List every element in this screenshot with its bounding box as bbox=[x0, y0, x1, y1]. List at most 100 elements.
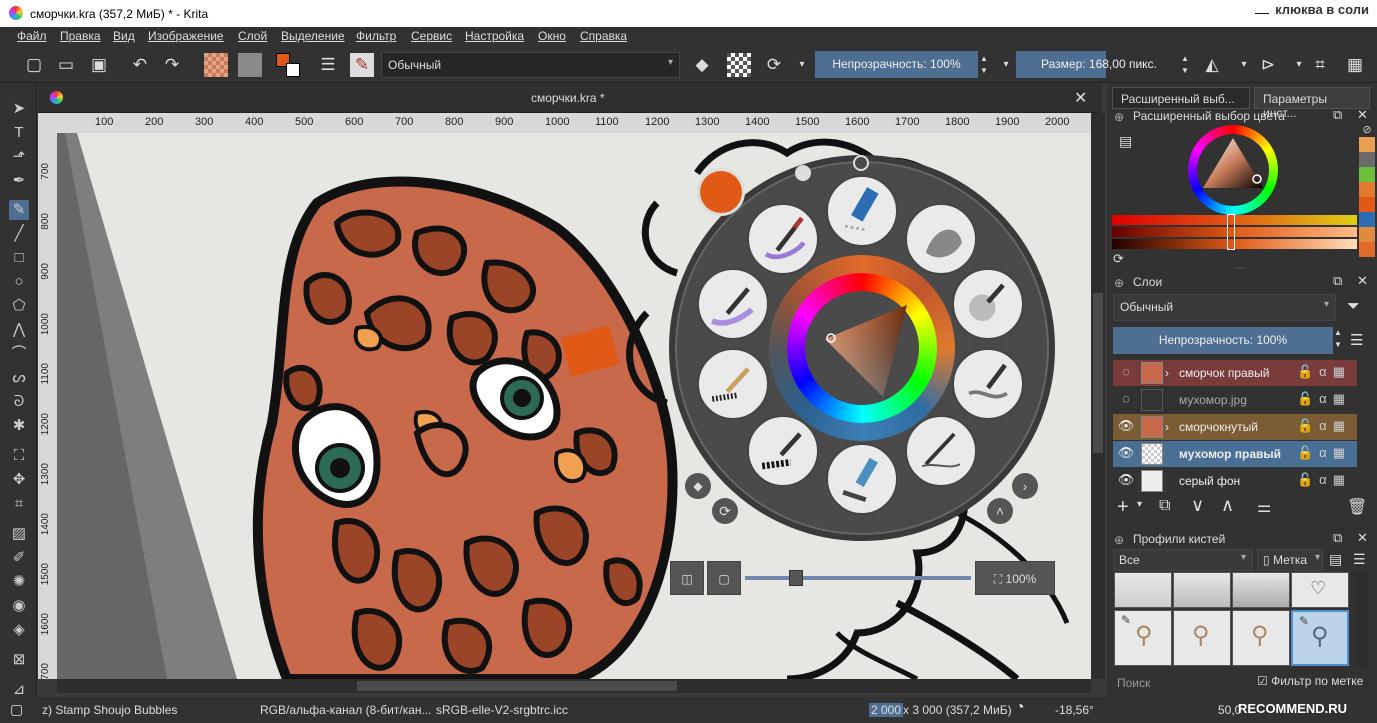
calligraphy-icon[interactable]: ✒ bbox=[9, 171, 29, 191]
layer-properties-icon[interactable]: ⚌ bbox=[1257, 497, 1271, 517]
opacity-slider[interactable]: Непрозрачность: 100% bbox=[815, 51, 978, 78]
text-tool-icon[interactable]: T bbox=[9, 123, 29, 143]
rotation-angle[interactable]: -18,56° bbox=[1055, 703, 1094, 717]
undo-icon[interactable]: ↶ bbox=[128, 53, 152, 77]
brush-slot-marker[interactable] bbox=[826, 175, 898, 247]
layer-row[interactable]: 👁 › сморчокнутый 🔓α▦ bbox=[1113, 414, 1357, 440]
opacity-spin-buttons[interactable]: ▲ ▼ bbox=[977, 53, 991, 77]
zoom-slider[interactable] bbox=[745, 576, 971, 580]
chevron-right-icon[interactable]: › bbox=[1012, 473, 1038, 499]
brush-preset-item[interactable]: ♡ bbox=[1291, 572, 1349, 608]
eye-icon[interactable]: 👁 bbox=[1117, 472, 1135, 490]
freehand-brush-icon[interactable]: ✎ bbox=[9, 200, 29, 220]
zoom-slider-handle[interactable] bbox=[789, 570, 803, 586]
layer-row[interactable]: ◌ › сморчок правый 🔓α▦ bbox=[1113, 360, 1357, 386]
minimize-button[interactable]: — bbox=[1255, 4, 1269, 20]
save-icon[interactable]: ▣ bbox=[87, 53, 111, 77]
brush-tag-select[interactable]: Все ▾ bbox=[1113, 549, 1253, 571]
hidden-eye-icon[interactable]: ◌ bbox=[1117, 391, 1135, 409]
close-icon[interactable]: ✕ bbox=[1357, 530, 1368, 546]
chevron-down-icon[interactable]: ▾ bbox=[790, 53, 814, 77]
float-docker-icon[interactable]: ⊕ bbox=[1114, 533, 1124, 547]
layer-name[interactable]: мухомор.jpg bbox=[1179, 393, 1247, 407]
bg-color[interactable] bbox=[286, 63, 300, 77]
docker-grip[interactable]: ⋯ bbox=[1235, 263, 1245, 274]
new-document-icon[interactable]: ▢ bbox=[22, 53, 46, 77]
eye-icon[interactable]: 👁 bbox=[1117, 445, 1135, 463]
rectangle-tool-icon[interactable]: □ bbox=[9, 248, 29, 268]
crop-wrap-icon[interactable]: ⌗ bbox=[1308, 53, 1332, 77]
undock-icon[interactable]: ⧉ bbox=[1333, 107, 1342, 123]
document-tab-title[interactable]: сморчки.kra * bbox=[531, 91, 605, 105]
menu-icon[interactable]: ☰ bbox=[1350, 331, 1363, 349]
layer-opacity-slider[interactable]: Непрозрачность: 100% bbox=[1113, 327, 1333, 354]
layer-name[interactable]: мухомор правый bbox=[1179, 447, 1281, 461]
open-document-icon[interactable]: ▭ bbox=[54, 53, 78, 77]
colorize-mask-icon[interactable]: ✺ bbox=[9, 572, 29, 592]
brush-slot-airbrush[interactable] bbox=[952, 268, 1024, 340]
brush-preset-item[interactable] bbox=[1114, 572, 1172, 608]
opacity-spin-buttons[interactable]: ▲ ▼ bbox=[1334, 327, 1342, 351]
layer-lock-icons[interactable]: 🔓α▦ bbox=[1297, 445, 1351, 461]
ellipse-tool-icon[interactable]: ○ bbox=[9, 272, 29, 292]
zoom-fit-button[interactable]: ⛶ 100% bbox=[975, 561, 1055, 595]
brush-search-input[interactable]: Поиск bbox=[1113, 672, 1253, 694]
brush-preset-icon[interactable]: ✎ bbox=[350, 53, 374, 77]
menu-tools[interactable]: Сервис bbox=[411, 29, 452, 43]
brush-slot-blender[interactable] bbox=[905, 203, 977, 275]
image-size-selected[interactable]: 2 000 bbox=[869, 703, 904, 717]
eraser-icon[interactable]: ◆ bbox=[690, 53, 714, 77]
color-history[interactable]: ⊘ bbox=[1359, 123, 1375, 263]
vertical-scrollbar[interactable] bbox=[1091, 113, 1105, 679]
palette-dot[interactable] bbox=[795, 165, 811, 181]
filter-icon[interactable]: ⏷ bbox=[1347, 298, 1360, 316]
close-icon[interactable]: ✕ bbox=[1357, 107, 1368, 123]
multibrush-icon[interactable]: ✱ bbox=[9, 416, 29, 436]
rotation-icon[interactable]: ◔ bbox=[1015, 699, 1025, 717]
preset-scrollbar[interactable] bbox=[1355, 572, 1367, 667]
workspace-icon[interactable]: ▦ bbox=[1343, 53, 1367, 77]
bezier-tool-icon[interactable]: ⌒ bbox=[9, 344, 29, 364]
size-slider[interactable]: Размер: 168,00 пикс. bbox=[1016, 51, 1178, 78]
brush-preset-item[interactable] bbox=[1173, 572, 1231, 608]
image-size-label[interactable]: x 3 000 (357,2 МиБ) bbox=[903, 703, 1012, 717]
undock-icon[interactable]: ⧉ bbox=[1333, 273, 1342, 289]
layer-lock-icons[interactable]: 🔓α▦ bbox=[1297, 391, 1351, 407]
color-triangle[interactable] bbox=[1197, 134, 1269, 206]
tag-filter-checkbox[interactable]: ☑ Фильтр по метке bbox=[1257, 674, 1363, 688]
layer-row-selected[interactable]: 👁 мухомор правый 🔓α▦ bbox=[1113, 441, 1357, 467]
brush-slot-bristle[interactable] bbox=[697, 348, 769, 420]
line-tool-icon[interactable]: ╱ bbox=[9, 224, 29, 244]
layer-name[interactable]: сморчок правый bbox=[1179, 366, 1269, 380]
smart-patch-icon[interactable]: ◉ bbox=[9, 596, 29, 616]
tab-tool-options[interactable]: Параметры инст... bbox=[1254, 87, 1370, 120]
fg-bg-color-swatch[interactable] bbox=[276, 53, 300, 77]
eye-icon[interactable]: 👁 bbox=[1117, 418, 1135, 436]
move-down-icon[interactable]: ∨ bbox=[1191, 495, 1204, 516]
hidden-eye-icon[interactable]: ◌ bbox=[1117, 364, 1135, 382]
saturation-triangle[interactable] bbox=[805, 291, 919, 405]
freehand-path-icon[interactable]: ᔕ bbox=[9, 368, 29, 388]
undock-icon[interactable]: ⧉ bbox=[1333, 530, 1342, 546]
blend-mode-select[interactable]: Обычный ▾ bbox=[381, 52, 680, 78]
layer-name[interactable]: сморчокнутый bbox=[1179, 420, 1258, 434]
menu-settings[interactable]: Настройка bbox=[465, 29, 524, 43]
fill-tool-icon[interactable]: ◈ bbox=[9, 620, 29, 640]
move-up-icon[interactable]: ∧ bbox=[1221, 495, 1234, 516]
close-document-icon[interactable]: ✕ bbox=[1074, 88, 1087, 108]
mirror-vertical-icon[interactable]: ⊳ bbox=[1256, 53, 1280, 77]
delete-layer-icon[interactable]: 🗑 bbox=[1347, 497, 1367, 517]
canvas-only-icon[interactable]: ▢ bbox=[707, 561, 741, 595]
chevron-down-icon[interactable]: ▾ bbox=[1232, 53, 1256, 77]
layer-name[interactable]: серый фон bbox=[1179, 474, 1240, 488]
chevron-right-icon[interactable]: › bbox=[1165, 366, 1169, 380]
polyline-tool-icon[interactable]: ⋀ bbox=[9, 320, 29, 340]
redo-icon[interactable]: ↷ bbox=[160, 53, 184, 77]
palette-handle[interactable] bbox=[853, 155, 869, 171]
polygon-tool-icon[interactable]: ⬠ bbox=[9, 296, 29, 316]
brush-preset-item-selected[interactable]: ✎ ⚲ bbox=[1291, 610, 1349, 666]
menu-help[interactable]: Справка bbox=[580, 29, 627, 43]
dynamic-brush-icon[interactable]: ᘐ bbox=[9, 392, 29, 412]
canvas[interactable]: ◆ ⟳ › ˄ ◫ ▢ ⛶ 100% bbox=[57, 133, 1091, 679]
transform-tool-icon[interactable]: ⛶ bbox=[9, 446, 29, 466]
